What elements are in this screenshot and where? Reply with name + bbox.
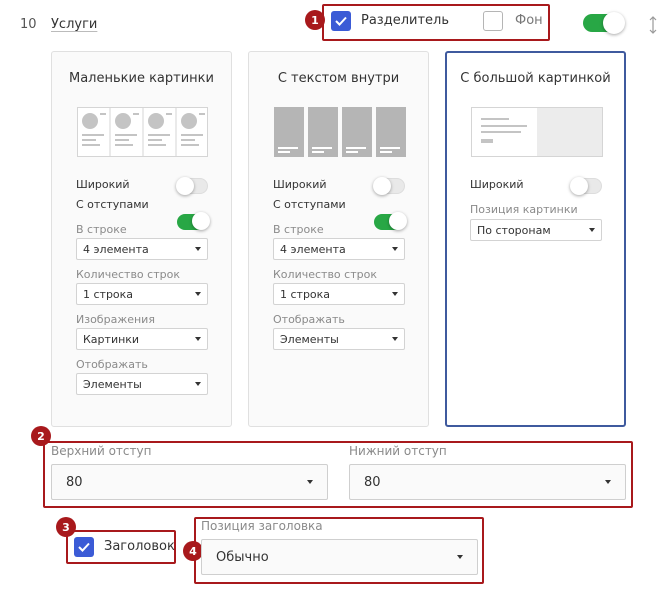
chevron-down-icon (195, 292, 201, 296)
picture-position-label: Позиция картинки (470, 203, 578, 216)
images-label: Изображения (76, 313, 155, 326)
wide-label: Широкий (76, 178, 130, 191)
background-checkbox[interactable] (483, 11, 503, 31)
wide-toggle[interactable] (176, 177, 208, 195)
chevron-down-icon (195, 247, 201, 251)
text-inside-preview-icon (274, 107, 406, 157)
picture-position-select[interactable]: По сторонам (470, 219, 602, 241)
top-padding-label: Верхний отступ (51, 444, 152, 458)
section-number: 10 (20, 17, 37, 32)
small-pictures-preview-icon (77, 107, 208, 157)
wide-toggle[interactable] (373, 177, 405, 195)
rows-count-select[interactable]: 1 строка (273, 283, 405, 305)
chevron-down-icon (392, 337, 398, 341)
layout-card-small-pictures[interactable]: Маленькие картинки Широкий С отступами В… (51, 51, 232, 427)
big-picture-preview-icon (471, 107, 603, 157)
padding-label: С отступами (76, 198, 149, 211)
display-select[interactable]: Элементы (76, 373, 208, 395)
padding-toggle[interactable] (177, 212, 210, 230)
section-enable-toggle[interactable] (583, 12, 625, 34)
chevron-down-icon (392, 292, 398, 296)
chevron-down-icon (589, 228, 595, 232)
bottom-padding-select[interactable]: 80 (349, 464, 626, 500)
rows-count-label: Количество строк (273, 268, 377, 281)
chevron-down-icon (307, 480, 313, 484)
card-title: С большой картинкой (460, 71, 611, 86)
chevron-down-icon (195, 382, 201, 386)
display-label: Отображать (76, 358, 148, 371)
check-icon (78, 542, 90, 552)
wide-label: Широкий (273, 178, 327, 191)
rows-count-select[interactable]: 1 строка (76, 283, 208, 305)
images-select[interactable]: Картинки (76, 328, 208, 350)
section-title[interactable]: Услуги (51, 17, 97, 32)
bottom-padding-label: Нижний отступ (349, 444, 447, 458)
heading-position-label: Позиция заголовка (201, 519, 323, 533)
wide-toggle[interactable] (570, 177, 602, 195)
card-title: Маленькие картинки (69, 71, 214, 86)
move-handle-icon[interactable] (648, 15, 658, 35)
per-row-label: В строке (76, 223, 127, 236)
badge-2: 2 (31, 426, 51, 446)
heading-position-select[interactable]: Обычно (201, 539, 478, 575)
rows-count-label: Количество строк (76, 268, 180, 281)
chevron-down-icon (195, 337, 201, 341)
per-row-label: В строке (273, 223, 324, 236)
check-icon (335, 16, 347, 26)
top-padding-select[interactable]: 80 (51, 464, 328, 500)
divider-label: Разделитель (361, 13, 450, 28)
display-label: Отображать (273, 313, 345, 326)
chevron-down-icon (392, 247, 398, 251)
layout-card-text-inside[interactable]: С текстом внутри Широкий С отступами В с… (248, 51, 429, 427)
heading-label: Заголовок (104, 539, 175, 554)
padding-label: С отступами (273, 198, 346, 211)
per-row-select[interactable]: 4 элемента (76, 238, 208, 260)
layout-card-big-picture[interactable]: С большой картинкой Широкий Позиция карт… (445, 51, 626, 427)
badge-3: 3 (56, 517, 76, 537)
badge-1: 1 (305, 10, 325, 30)
display-select[interactable]: Элементы (273, 328, 405, 350)
chevron-down-icon (457, 555, 463, 559)
per-row-select[interactable]: 4 элемента (273, 238, 405, 260)
background-label: Фон (515, 13, 543, 28)
padding-toggle[interactable] (374, 212, 407, 230)
chevron-down-icon (605, 480, 611, 484)
card-title: С текстом внутри (277, 71, 400, 86)
badge-4: 4 (183, 541, 203, 561)
heading-checkbox[interactable] (74, 537, 94, 557)
wide-label: Широкий (470, 178, 524, 191)
divider-checkbox[interactable] (331, 11, 351, 31)
